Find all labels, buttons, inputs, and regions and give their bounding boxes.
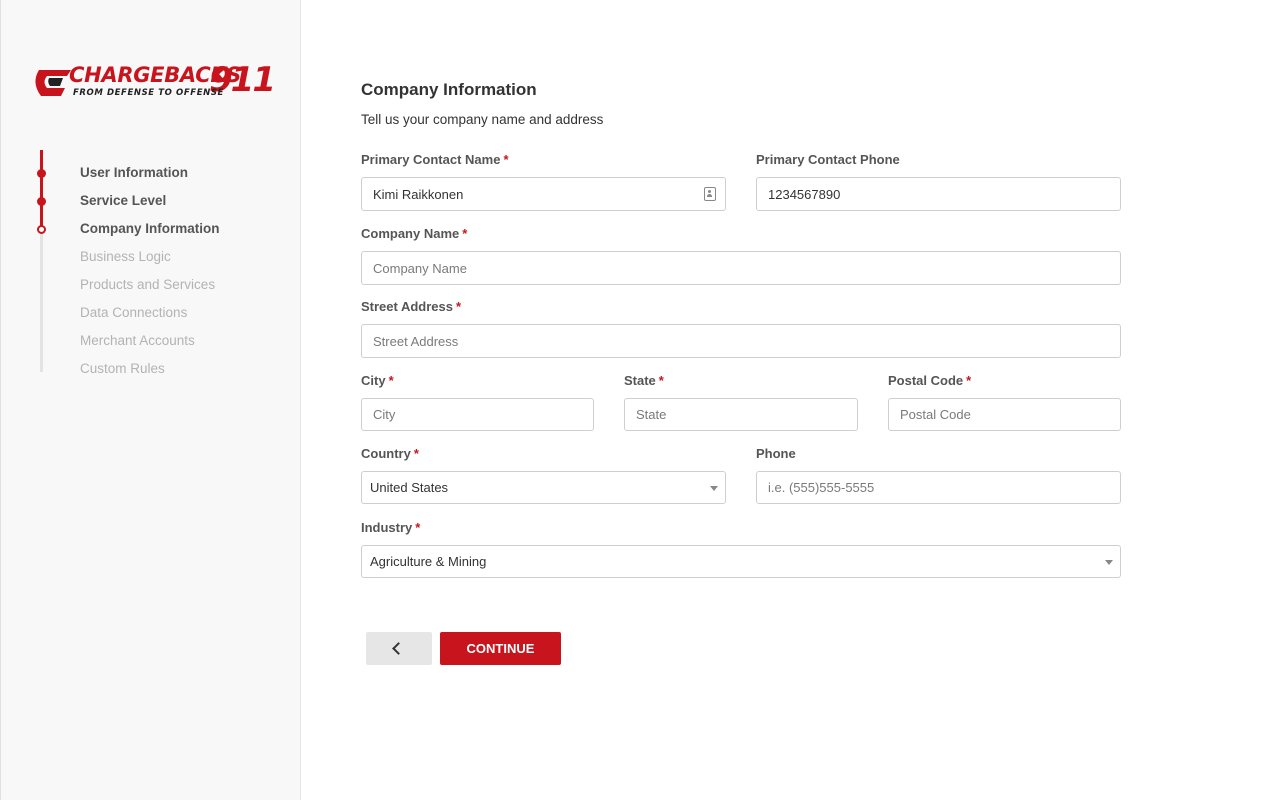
step-data-connections: Data Connections <box>80 305 188 320</box>
logo-tagline: FROM DEFENSE TO OFFENSE <box>73 88 224 98</box>
primary-contact-name-input[interactable] <box>361 177 726 211</box>
step-dot-complete <box>37 169 46 178</box>
country-select[interactable]: United States <box>361 471 726 504</box>
step-dot-current <box>37 225 46 234</box>
country-select-value: United States <box>370 480 449 495</box>
primary-contact-phone-label: Primary Contact Phone <box>756 152 900 167</box>
step-business-logic: Business Logic <box>80 249 171 264</box>
progress-track-complete <box>40 150 43 229</box>
industry-select-value: Agriculture & Mining <box>370 554 487 569</box>
postal-code-label: Postal Code * <box>888 373 972 388</box>
postal-code-input[interactable] <box>888 398 1121 431</box>
page-title: Company Information <box>361 80 537 99</box>
step-merchant-accounts: Merchant Accounts <box>80 333 195 348</box>
street-address-label: Street Address * <box>361 299 462 314</box>
brand-logo: CHARGEBACKS 911 FROM DEFENSE TO OFFENSE <box>33 62 276 102</box>
step-user-information[interactable]: User Information <box>80 165 188 181</box>
state-label: State * <box>624 373 664 388</box>
street-address-input[interactable] <box>361 324 1121 358</box>
company-name-input[interactable] <box>361 251 1121 285</box>
city-label: City * <box>361 373 394 388</box>
step-custom-rules: Custom Rules <box>80 361 165 376</box>
company-name-label: Company Name * <box>361 226 468 241</box>
step-company-information[interactable]: Company Information <box>80 221 220 237</box>
chevron-down-icon <box>1105 560 1113 565</box>
sidebar: CHARGEBACKS 911 FROM DEFENSE TO OFFENSE … <box>0 0 301 800</box>
industry-select[interactable]: Agriculture & Mining <box>361 545 1121 578</box>
chevron-left-icon <box>392 642 405 655</box>
state-input[interactable] <box>624 398 858 431</box>
industry-label: Industry * <box>361 520 421 535</box>
page-subtitle: Tell us your company name and address <box>361 112 604 127</box>
step-dot-complete <box>37 197 46 206</box>
logo-emblem-icon <box>35 70 71 96</box>
step-products-and-services: Products and Services <box>80 277 216 292</box>
chevron-down-icon <box>710 486 718 491</box>
step-service-level[interactable]: Service Level <box>80 193 166 209</box>
phone-input[interactable] <box>756 471 1121 504</box>
continue-button[interactable]: CONTINUE <box>440 632 561 665</box>
contact-card-icon[interactable] <box>704 187 716 201</box>
phone-label: Phone <box>756 446 796 461</box>
back-button[interactable] <box>366 632 432 665</box>
primary-contact-phone-input[interactable] <box>756 177 1121 211</box>
country-label: Country * <box>361 446 419 461</box>
city-input[interactable] <box>361 398 594 431</box>
primary-contact-name-label: Primary Contact Name * <box>361 152 509 167</box>
